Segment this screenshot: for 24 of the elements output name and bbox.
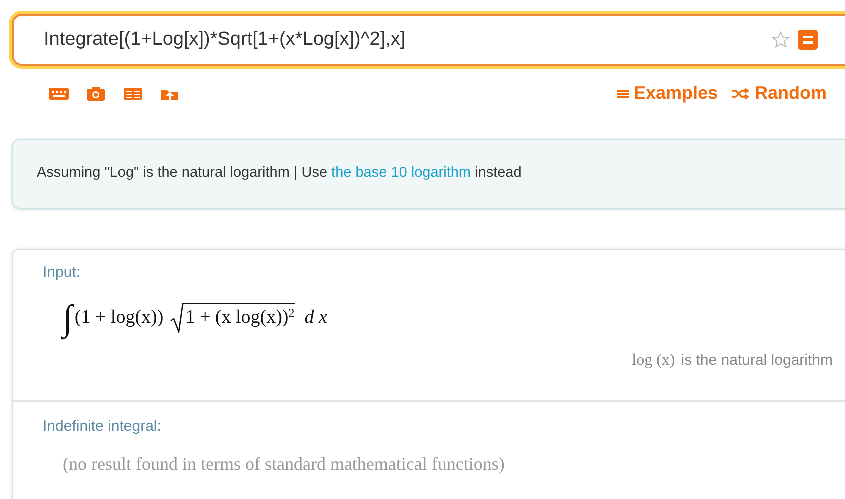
exponent: 2 [288, 306, 295, 320]
random-link[interactable]: Random [732, 80, 827, 107]
integral-sign: ∫ [63, 294, 75, 342]
pod-title: Input: [43, 263, 82, 283]
star-icon[interactable] [772, 31, 790, 49]
camera-icon[interactable] [85, 86, 107, 102]
menu-icon[interactable] [798, 30, 818, 50]
base-10-link[interactable]: the base 10 logarithm [332, 165, 471, 182]
shuffle-icon [732, 88, 750, 100]
search-field[interactable]: Integrate[(1+Log[x])*Sqrt[1+(x*Log[x])^2],x] [12, 14, 845, 66]
log-math: log (x) [632, 351, 676, 372]
keyboard-icon[interactable] [48, 86, 70, 102]
radicand: 1 + (x log(x))$^{2}$ [184, 303, 295, 333]
differential: d x [304, 306, 328, 330]
list-icon [616, 88, 629, 100]
result-text: (no result found in terms of standard mathematical functions) [63, 452, 506, 476]
square-root-icon [170, 302, 184, 333]
query-text: Integrate[(1+Log[x])*Sqrt[1+(x*Log[x])^2],x] [44, 28, 407, 52]
table-icon[interactable] [122, 86, 144, 102]
examples-link[interactable]: Examples [616, 80, 718, 107]
note-text: is the natural logarithm [681, 351, 833, 372]
pod-title: Indefinite integral: [43, 417, 162, 437]
assumption-text: Assuming "Log" is the natural logarithm | Use the base 10 logarithm instead [37, 164, 522, 184]
integrand-factor: (1 + log(x)) [74, 306, 164, 328]
